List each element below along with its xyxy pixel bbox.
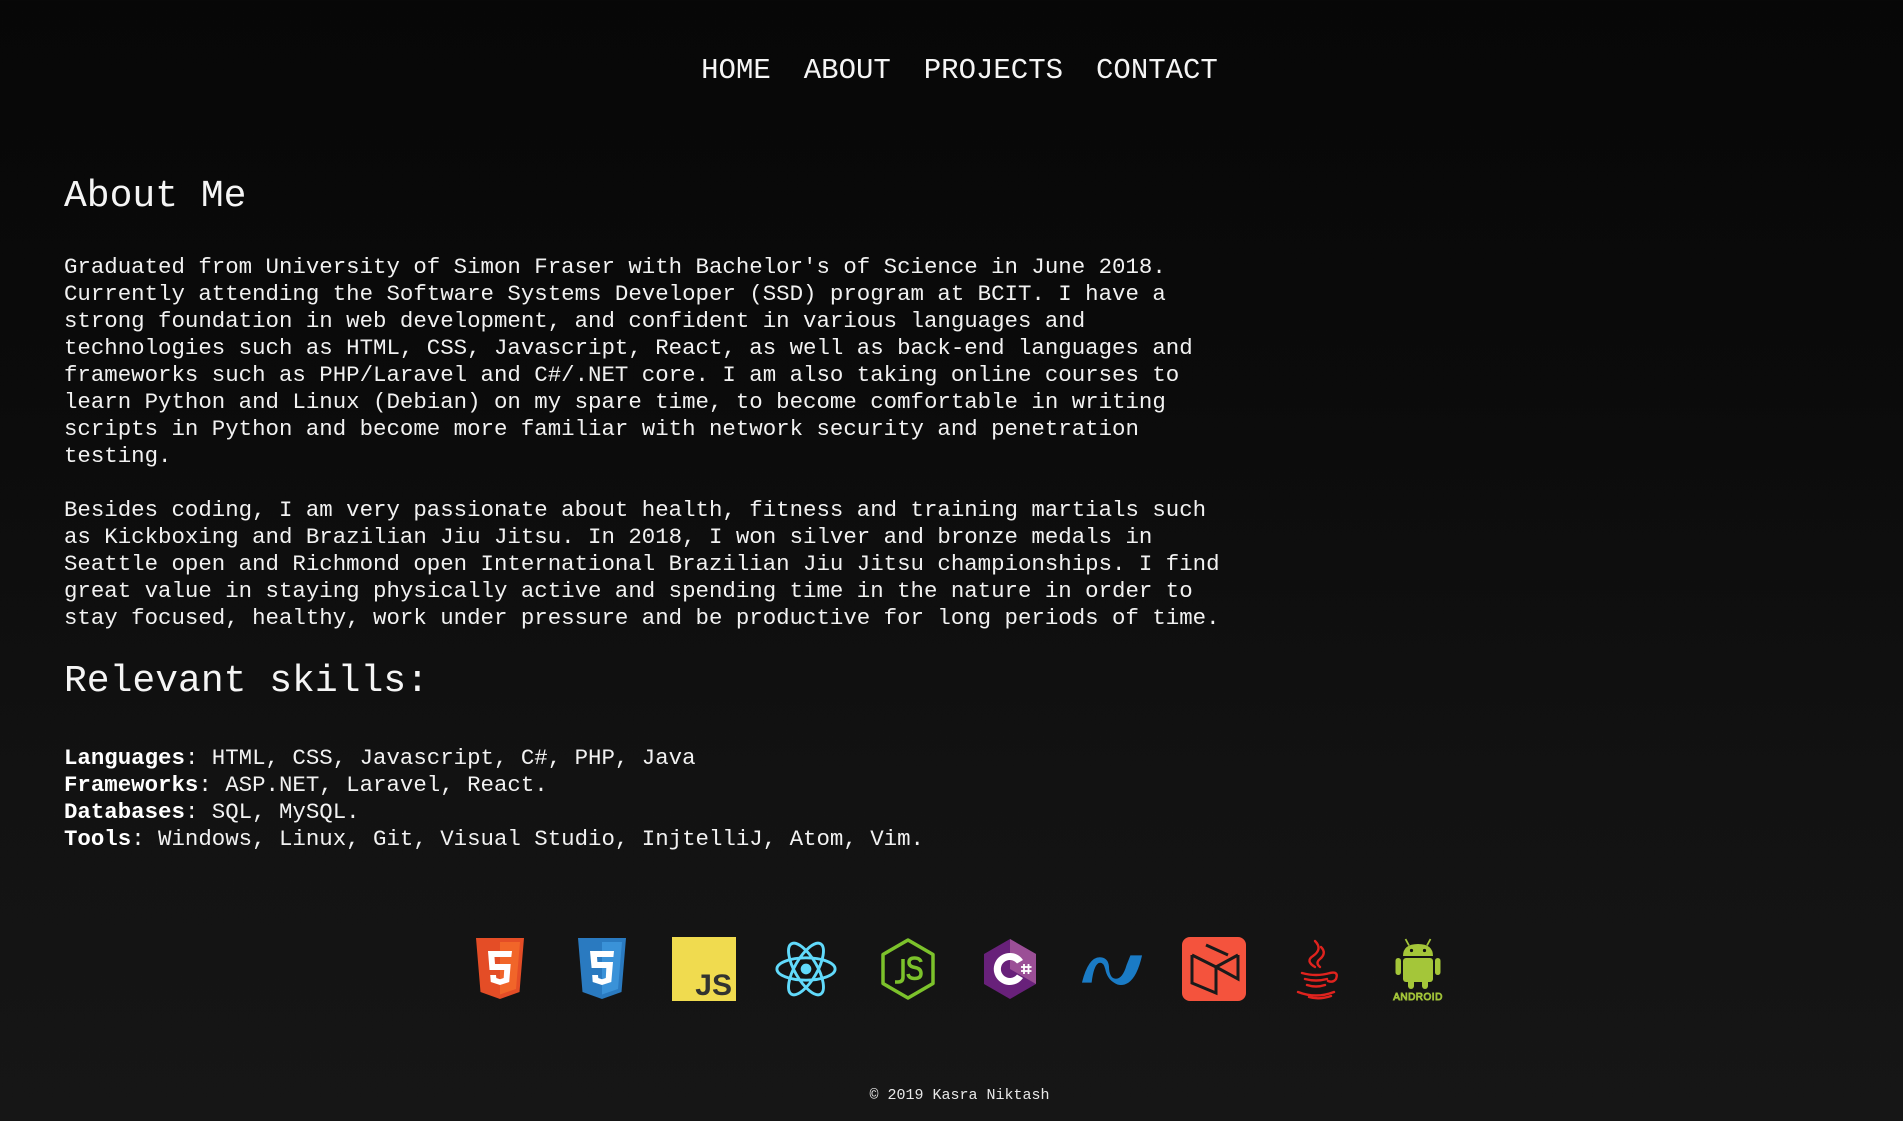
css3-icon [570,936,634,1002]
nav-contact-link[interactable]: CONTACT [1096,54,1218,87]
skill-label: Tools [64,826,132,852]
skill-value: : HTML, CSS, Javascript, C#, PHP, Java [184,745,696,771]
about-content: About Me Graduated from University of Si… [64,174,1324,853]
android-label: ANDROID [1393,992,1443,1002]
javascript-icon: JS [672,936,736,1002]
about-paragraph-hobbies: Besides coding, I am very passionate abo… [64,497,1220,631]
about-paragraph-education: Graduated from University of Simon Frase… [64,254,1193,469]
laravel-icon [1182,936,1246,1002]
dotnet-icon [1080,936,1144,1002]
skill-row-languages: Languages: HTML, CSS, Javascript, C#, PH… [64,745,1324,772]
nav-home-link[interactable]: HOME [701,54,771,87]
java-icon [1284,936,1348,1002]
tech-icons: JS ANDROID [468,936,1450,1002]
skill-value: : Windows, Linux, Git, Visual Studio, In… [131,826,924,852]
skill-label: Frameworks [64,772,199,798]
skill-row-frameworks: Frameworks: ASP.NET, Laravel, React. [64,772,1324,799]
skill-row-databases: Databases: SQL, MySQL. [64,799,1324,826]
react-icon [774,936,838,1002]
nodejs-icon [876,936,940,1002]
nav-projects-link[interactable]: PROJECTS [924,54,1063,87]
skill-label: Languages [64,745,185,771]
footer-copyright: © 2019 Kasra Niktash [869,1087,1050,1104]
nav-about-link[interactable]: ABOUT [804,54,891,87]
skill-label: Databases [64,799,185,825]
about-title: About Me [64,175,247,218]
skill-row-tools: Tools: Windows, Linux, Git, Visual Studi… [64,826,1324,853]
csharp-icon [978,936,1042,1002]
js-label: JS [695,969,732,1001]
skill-value: : SQL, MySQL. [184,799,360,825]
skills-list: Languages: HTML, CSS, Javascript, C#, PH… [64,745,1324,853]
skills-title: Relevant skills: [64,660,429,703]
skill-value: : ASP.NET, Laravel, React. [198,772,548,798]
android-icon: ANDROID [1386,936,1450,1002]
html5-icon [468,936,532,1002]
main-nav: HOME ABOUT PROJECTS CONTACT [0,54,1903,87]
